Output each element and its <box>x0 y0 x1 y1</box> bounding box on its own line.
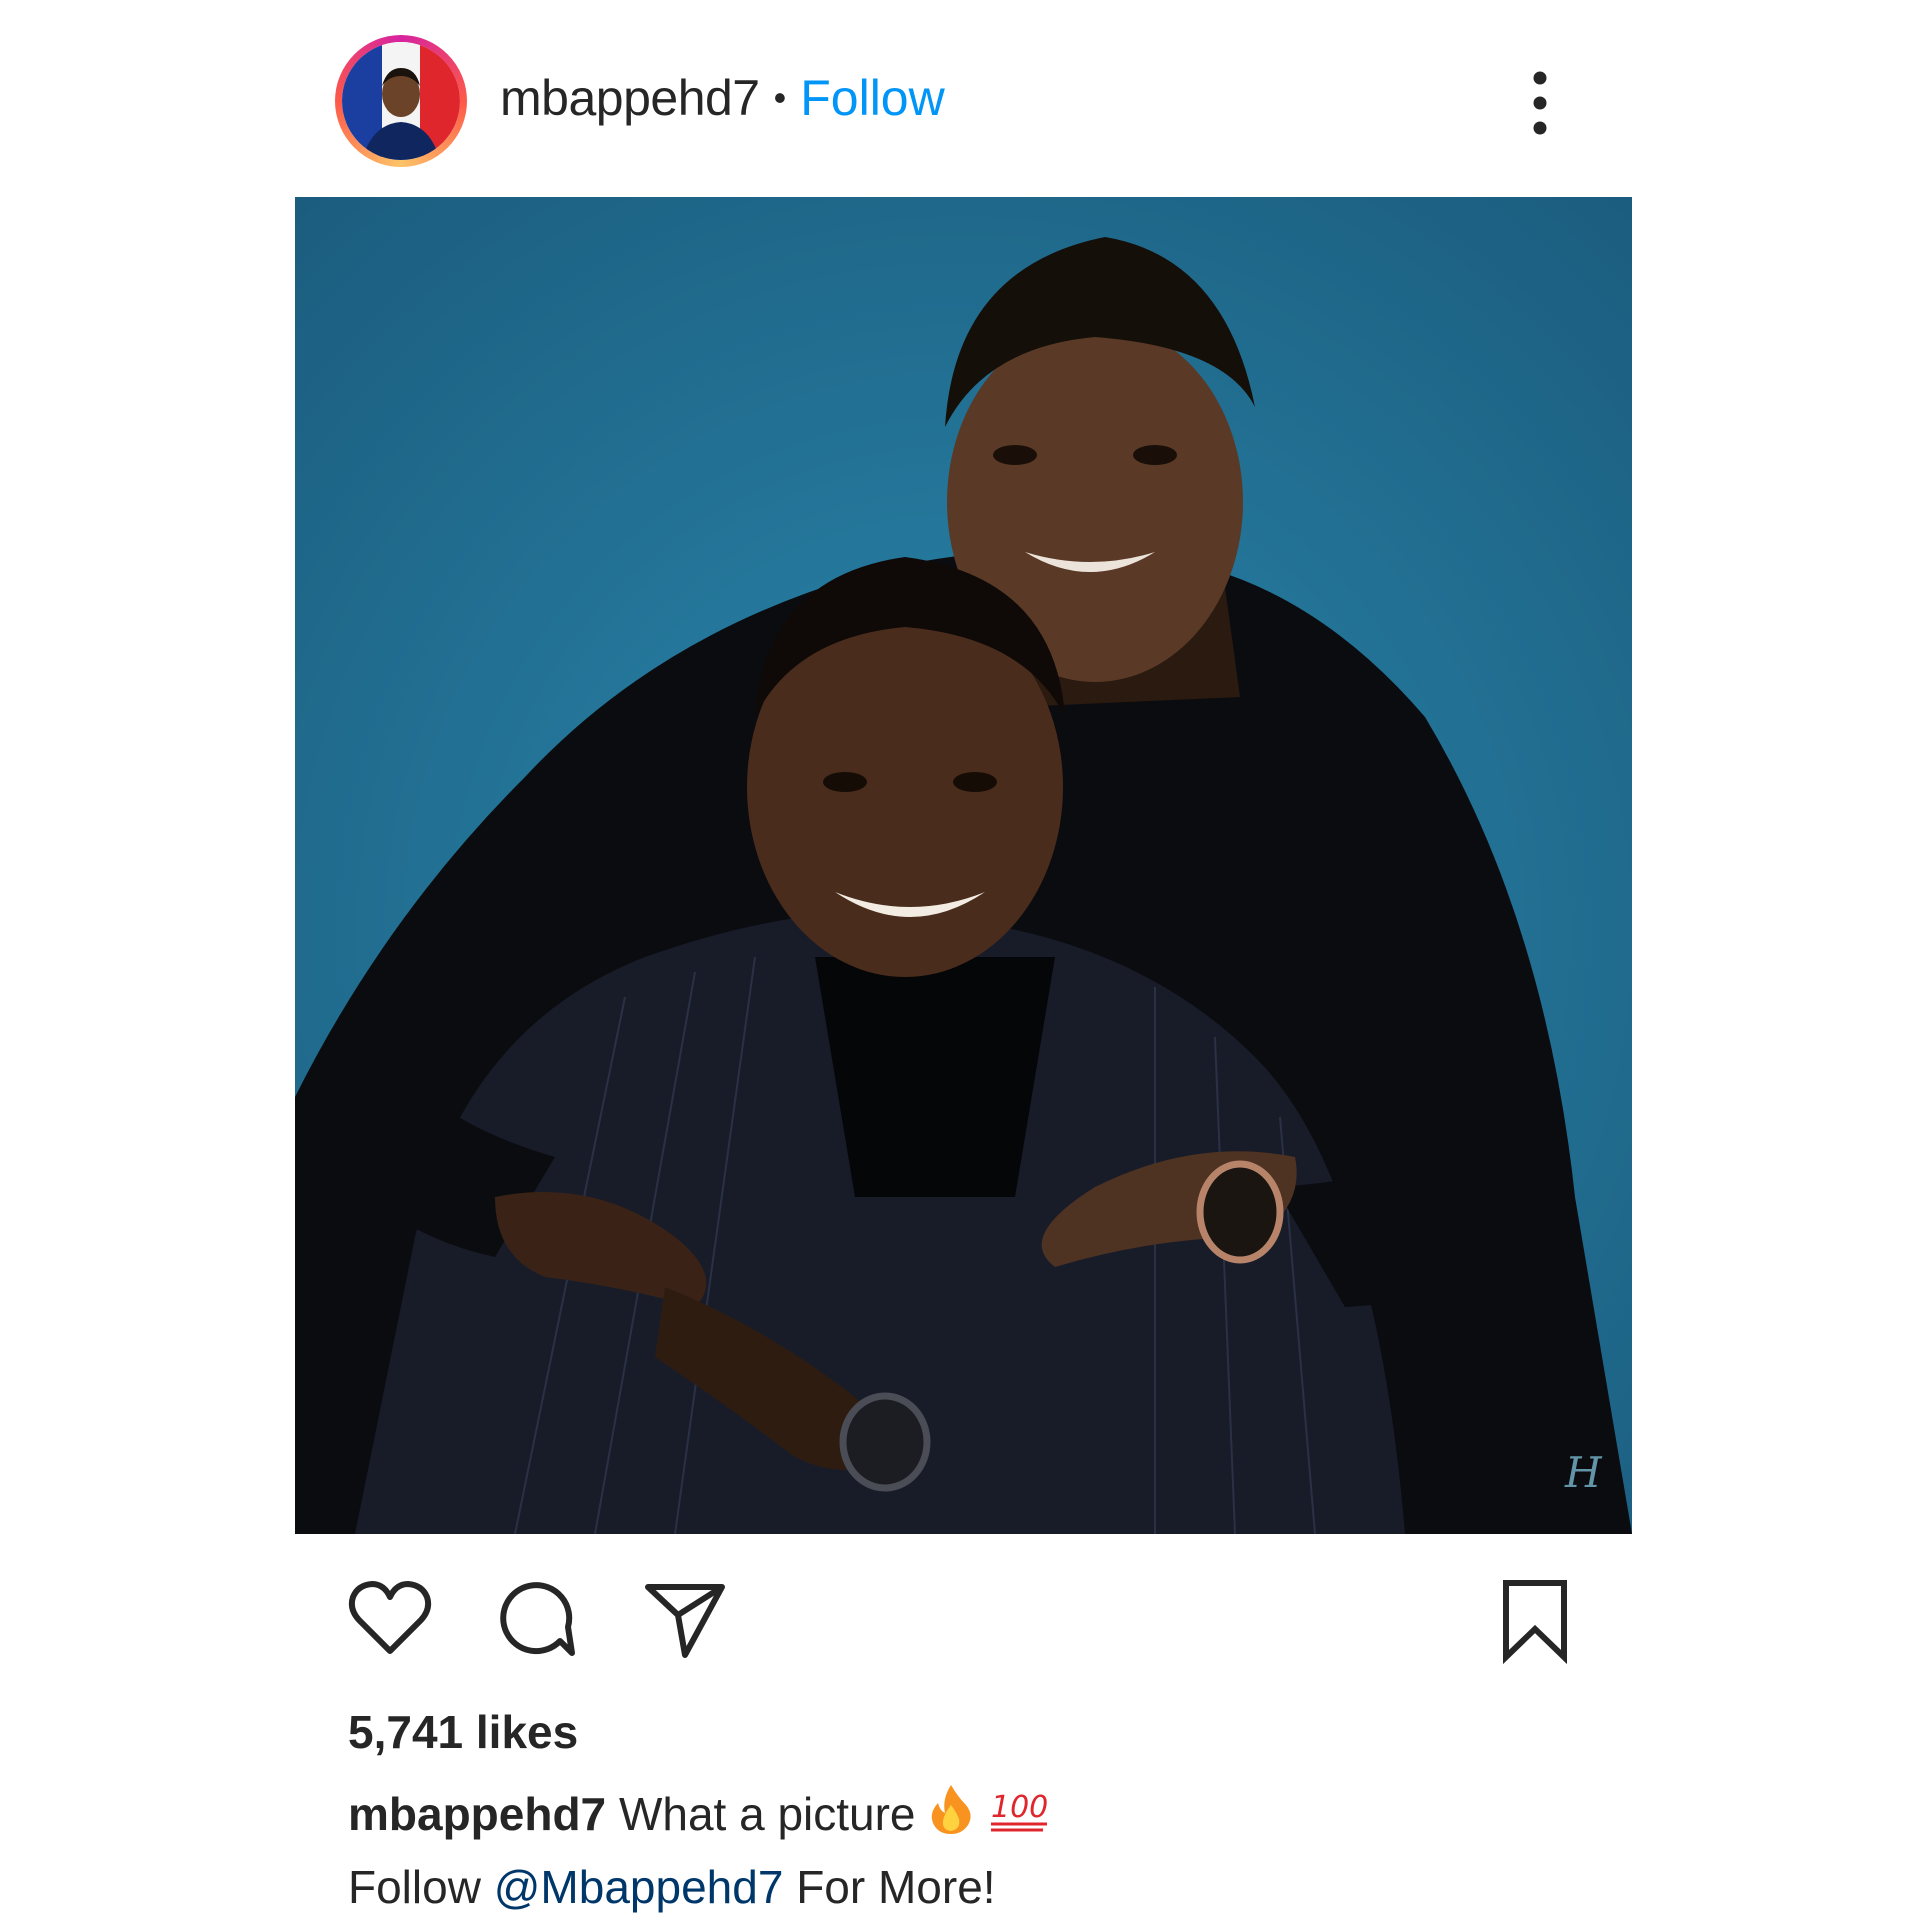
author-row: mbappehd7 • Follow <box>500 68 945 128</box>
caption-text: What a picture <box>618 1788 916 1840</box>
avatar[interactable] <box>342 42 460 160</box>
paper-plane-icon[interactable] <box>640 1575 730 1665</box>
heart-icon[interactable] <box>345 1575 435 1665</box>
post-image: H <box>295 197 1632 1534</box>
watermark-logo: H <box>1564 1448 1603 1497</box>
bookmark-icon[interactable] <box>1490 1575 1580 1665</box>
comment-bubble-icon[interactable] <box>490 1575 580 1665</box>
separator-dot: • <box>773 77 787 118</box>
avatar-story-ring[interactable] <box>335 35 467 167</box>
caption-follow-prefix: Follow <box>348 1860 481 1913</box>
caption-line-2: Follow @Mbappehd7 For More! <box>348 1853 1051 1921</box>
svg-text:100: 100 <box>991 1790 1048 1825</box>
hundred-points-emoji: 100 <box>987 1783 1051 1853</box>
more-options-icon[interactable] <box>1525 68 1555 138</box>
avatar-image <box>342 42 460 160</box>
caption-mention-link[interactable]: @Mbappehd7 <box>494 1861 784 1913</box>
post-caption: mbappehd7 What a picture 100 Follow @Mba… <box>348 1780 1051 1921</box>
caption-username[interactable]: mbappehd7 <box>348 1788 606 1840</box>
post-photo[interactable]: H <box>295 197 1632 1534</box>
follow-button[interactable]: Follow <box>800 69 944 127</box>
post-actions <box>340 1575 1580 1665</box>
caption-line-1: mbappehd7 What a picture 100 <box>348 1780 1051 1853</box>
post-header: mbappehd7 • Follow <box>295 30 1575 170</box>
fire-emoji <box>928 1783 974 1853</box>
caption-follow-suffix: For More! <box>796 1860 996 1913</box>
likes-count[interactable]: 5,741 likes <box>348 1705 578 1759</box>
author-username[interactable]: mbappehd7 <box>500 69 760 127</box>
